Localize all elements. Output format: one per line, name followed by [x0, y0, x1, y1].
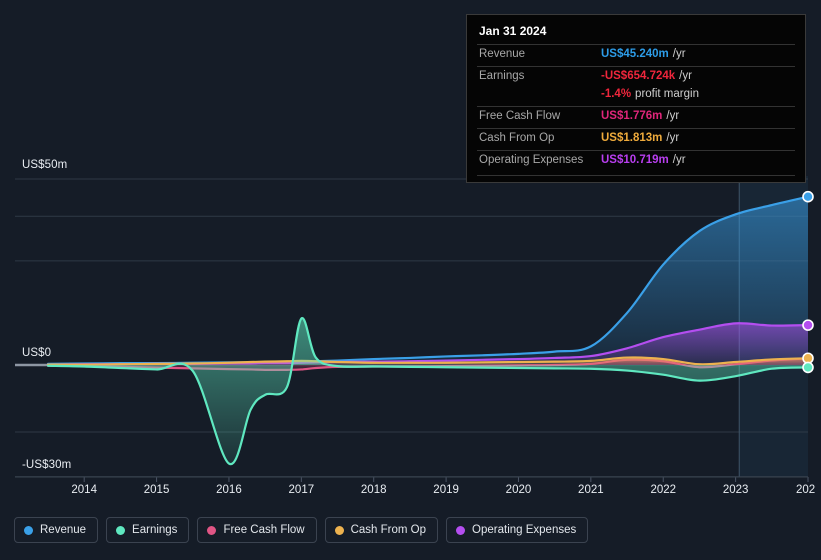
legend-item-cash-from-op[interactable]: Cash From Op — [324, 517, 439, 543]
legend-item-label: Revenue — [40, 524, 87, 536]
tooltip-value-number: -1.4% — [601, 88, 632, 100]
legend-color-dot — [456, 525, 466, 535]
tooltip-value-unit: /yr — [672, 48, 686, 60]
legend-item-label: Free Cash Flow — [223, 524, 305, 536]
legend-item-earnings[interactable]: Earnings — [106, 517, 190, 543]
tooltip-row-value: US$45.240m/yr — [601, 48, 686, 60]
x-axis-tick-label: 2015 — [143, 484, 170, 496]
tooltip-bottom-divider — [477, 175, 795, 176]
legend-color-dot — [24, 525, 33, 535]
tooltip-row: Earnings -US$654.724k/yr — [477, 66, 795, 88]
tooltip-rows: Revenue US$45.240m/yr Earnings -US$654.724k… — [477, 44, 795, 172]
tooltip-row-value: -US$654.724k/yr — [601, 70, 692, 82]
legend-color-dot — [334, 525, 344, 535]
x-axis-tick-label: 2022 — [650, 484, 677, 496]
legend-item-label: Operating Expenses — [472, 524, 577, 536]
tooltip-row: Cash From Op US$1.813m/yr — [477, 128, 795, 150]
x-axis-tick-label: 2017 — [288, 484, 315, 496]
x-axis-tick-label: 2021 — [578, 484, 604, 496]
tooltip-row-label: Operating Expenses — [479, 154, 584, 166]
tooltip-row-value: US$1.813m/yr — [601, 132, 679, 144]
legend-item-operating-expenses[interactable]: Operating Expenses — [446, 517, 589, 543]
legend-item-label: Earnings — [132, 524, 178, 536]
endpoint-marker-operating-expenses[interactable] — [802, 319, 814, 331]
x-axis-tick-label: 2020 — [505, 484, 532, 496]
tooltip-value-number: US$1.776m — [601, 110, 663, 122]
legend-item-revenue[interactable]: Revenue — [14, 517, 99, 543]
endpoint-marker-revenue[interactable] — [802, 190, 814, 203]
tooltip-row: Revenue US$45.240m/yr — [477, 44, 795, 66]
legend-item-free-cash-flow[interactable]: Free Cash Flow — [197, 517, 317, 543]
financial-performance-chart: US$50m US$0 -US$30m 2014 2015 2016 2017 2018… — [0, 0, 821, 560]
x-axis-tick-label: 2016 — [216, 484, 242, 496]
tooltip-value-unit: /yr — [666, 110, 680, 122]
endpoint-marker-earnings[interactable] — [802, 361, 814, 374]
tooltip-value-number: -US$654.724k — [601, 70, 676, 82]
legend-color-dot — [116, 525, 126, 535]
tooltip-row-label: Earnings — [479, 70, 525, 82]
tooltip-value-number: US$1.813m — [601, 132, 663, 144]
y-axis-label-zero: US$0 — [22, 347, 52, 359]
x-axis-tick-label: 2018 — [360, 484, 387, 496]
x-axis-tick-label: 2023 — [722, 484, 749, 496]
y-axis-label-top: US$50m — [22, 159, 68, 171]
y-axis-label-bottom: -US$30m — [22, 459, 72, 471]
tooltip-row: Operating Expenses US$10.719m/yr — [477, 150, 795, 172]
chart-legend[interactable]: Revenue Earnings Free Cash Flow Cash From O… — [14, 517, 589, 543]
tooltip-value-number: US$45.240m — [601, 48, 669, 60]
tooltip-row-label: Free Cash Flow — [479, 110, 561, 122]
tooltip-row-value: -1.4% profit margin — [601, 88, 699, 100]
legend-item-label: Cash From Op — [350, 524, 427, 536]
tooltip-row-value: US$1.776m/yr — [601, 110, 679, 122]
tooltip-value-unit: /yr — [666, 132, 680, 144]
tooltip-row-label: Revenue — [479, 48, 526, 60]
tooltip-row-value: US$10.719m/yr — [601, 154, 686, 166]
data-tooltip: Jan 31 2024 Revenue US$45.240m/yr Earnings… — [466, 14, 806, 183]
tooltip-date: Jan 31 2024 — [479, 24, 547, 38]
tooltip-value-unit: /yr — [679, 70, 692, 82]
tooltip-row-label: Cash From Op — [479, 132, 555, 144]
tooltip-value-number: US$10.719m — [601, 154, 669, 166]
legend-color-dot — [207, 525, 217, 535]
x-axis-tick-label: 2014 — [71, 484, 97, 496]
x-axis-tick-label: 202 — [796, 484, 816, 496]
tooltip-row: Free Cash Flow US$1.776m/yr — [477, 106, 795, 128]
tooltip-row: -1.4% profit margin — [477, 88, 795, 106]
tooltip-value-unit: /yr — [672, 154, 686, 166]
x-axis-tick-label: 2019 — [433, 484, 459, 496]
tooltip-value-unit: profit margin — [635, 88, 699, 100]
